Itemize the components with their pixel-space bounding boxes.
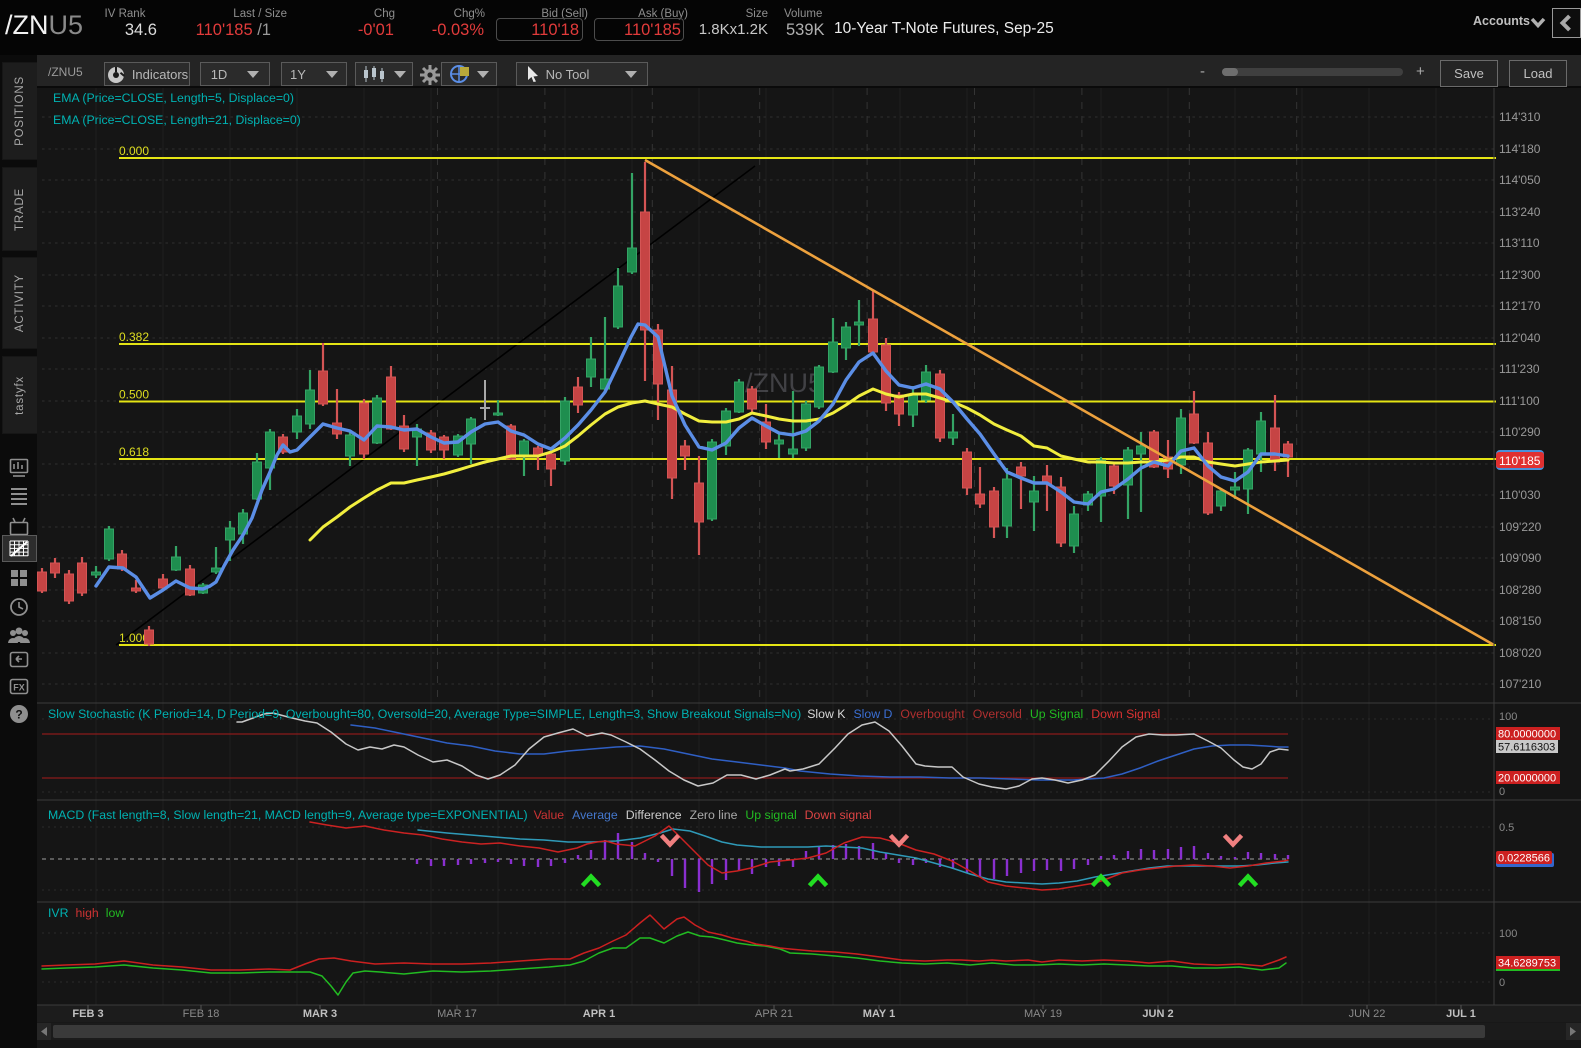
svg-text:110'030: 110'030 <box>1499 488 1541 502</box>
svg-text:?: ? <box>15 708 22 722</box>
svg-text:MAY 19: MAY 19 <box>1024 1008 1062 1020</box>
svg-text:MAY 1: MAY 1 <box>863 1008 895 1020</box>
svg-text:JUN 22: JUN 22 <box>1349 1008 1386 1020</box>
svg-text:APR 21: APR 21 <box>755 1008 793 1020</box>
svg-text:57.6116303: 57.6116303 <box>1498 742 1555 754</box>
svg-text:100: 100 <box>1499 711 1517 723</box>
svg-text:EMA (Price=CLOSE, Length=5, Di: EMA (Price=CLOSE, Length=5, Displace=0) <box>53 91 294 105</box>
svg-text:111'100: 111'100 <box>1499 394 1540 408</box>
svg-text:107'210: 107'210 <box>1499 677 1542 691</box>
svg-text:114'180: 114'180 <box>1499 142 1541 156</box>
svg-text:109'220: 109'220 <box>1499 520 1542 534</box>
svg-text:109'090: 109'090 <box>1499 551 1542 565</box>
svg-text:MAR 17: MAR 17 <box>437 1008 477 1020</box>
svg-text:APR 1: APR 1 <box>583 1008 615 1020</box>
svg-text:0.0228566: 0.0228566 <box>1498 853 1550 865</box>
svg-text:34.6289753: 34.6289753 <box>1498 958 1556 970</box>
svg-text:JUN 2: JUN 2 <box>1142 1008 1173 1020</box>
svg-text:EMA (Price=CLOSE, Length=21, D: EMA (Price=CLOSE, Length=21, Displace=0) <box>53 113 301 127</box>
svg-text:0.382: 0.382 <box>119 330 149 344</box>
svg-text:MAR 3: MAR 3 <box>303 1008 337 1020</box>
svg-text:MACD (Fast length=8, Slow leng: MACD (Fast length=8, Slow length=21, MAC… <box>48 808 872 822</box>
svg-text:20.0000000: 20.0000000 <box>1498 773 1556 785</box>
svg-text:110'290: 110'290 <box>1499 425 1541 439</box>
svg-text:FX: FX <box>13 683 25 693</box>
svg-text:114'050: 114'050 <box>1499 173 1541 187</box>
svg-text:113'240: 113'240 <box>1499 205 1541 219</box>
svg-text:111'230: 111'230 <box>1499 362 1540 376</box>
svg-text:IVRhighlow: IVR high low <box>48 906 124 920</box>
svg-text:0: 0 <box>1499 977 1505 989</box>
svg-text:110'185: 110'185 <box>1499 454 1541 468</box>
svg-text:FEB 18: FEB 18 <box>183 1008 220 1020</box>
svg-text:112'040: 112'040 <box>1499 331 1541 345</box>
svg-text:100: 100 <box>1499 928 1517 940</box>
svg-text:0.618: 0.618 <box>119 445 149 459</box>
svg-text:113'110: 113'110 <box>1499 236 1540 250</box>
svg-text:112'300: 112'300 <box>1499 268 1541 282</box>
svg-text:80.0000000: 80.0000000 <box>1498 729 1556 741</box>
svg-text:Slow Stochastic (K Period=14,: Slow Stochastic (K Period=14, D Period=9… <box>48 707 1160 721</box>
svg-text:108'150: 108'150 <box>1499 614 1542 628</box>
svg-text:108'020: 108'020 <box>1499 646 1542 660</box>
svg-text:112'170: 112'170 <box>1499 299 1541 313</box>
svg-text:0: 0 <box>1499 786 1505 798</box>
svg-text:108'280: 108'280 <box>1499 583 1542 597</box>
svg-text:0.500: 0.500 <box>119 388 149 402</box>
svg-text:JUL 1: JUL 1 <box>1446 1008 1476 1020</box>
svg-text:114'310: 114'310 <box>1499 110 1541 124</box>
svg-text:0.5: 0.5 <box>1499 822 1514 834</box>
svg-text:FEB 3: FEB 3 <box>72 1008 103 1020</box>
svg-text:0.000: 0.000 <box>119 144 149 158</box>
